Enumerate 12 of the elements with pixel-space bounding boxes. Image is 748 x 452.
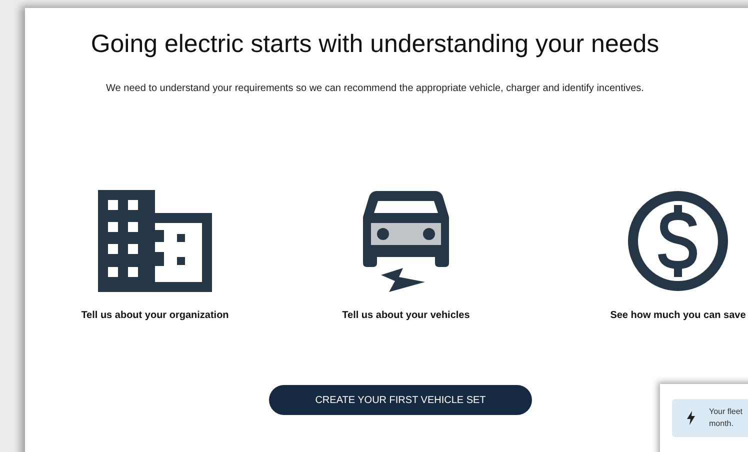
intro-text: We need to understand your requirements so we can recommend the appropriate vehicle, charger and identify incentives.: [105, 83, 645, 94]
lightning-icon: [687, 411, 695, 425]
car-charging-icon: [363, 191, 449, 292]
step-label: Tell us about your vehicles: [342, 310, 470, 321]
create-vehicle-set-button[interactable]: CREATE YOUR FIRST VEHICLE SET: [269, 385, 532, 415]
page-heading: Going electric starts with understanding your needs: [90, 30, 660, 59]
building-icon: [98, 190, 212, 292]
step-label: Tell us about your organization: [81, 310, 229, 321]
dollar-coin-icon: [627, 190, 729, 292]
notice-text: month.: [709, 418, 734, 430]
step-label: See how much you can save: [610, 310, 746, 321]
notice-text: Your fleet: [709, 406, 743, 418]
